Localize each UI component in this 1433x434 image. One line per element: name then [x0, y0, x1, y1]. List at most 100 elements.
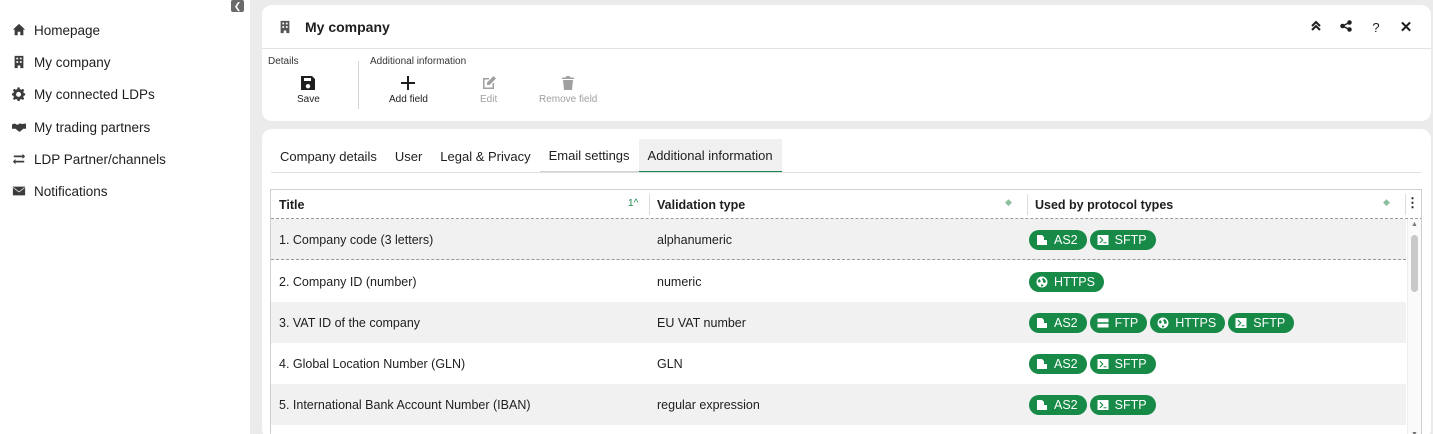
details-group-label: Details	[268, 56, 299, 67]
cell-protocol-types: HTTPS	[1029, 261, 1104, 302]
server-icon	[1097, 317, 1109, 329]
cell-title: 2. Company ID (number)	[279, 274, 417, 289]
cell-protocol-types: AS2 SFTP	[1029, 219, 1156, 260]
scroll-up-icon[interactable]: ▲	[1411, 221, 1418, 228]
header-actions: ? ✕	[1301, 17, 1421, 37]
protocol-label: HTTPS	[1175, 315, 1217, 330]
edit-button[interactable]: Edit	[480, 72, 497, 105]
collapse-up-button[interactable]	[1301, 17, 1331, 37]
sidebar-item-connected-ldps[interactable]: My connected LDPs	[11, 83, 155, 105]
collapse-sidebar-button[interactable]: ❮	[231, 0, 244, 12]
tab-legal-privacy[interactable]: Legal & Privacy	[431, 139, 539, 173]
sidebar-item-label: My trading partners	[34, 119, 151, 135]
protocol-label: AS2	[1054, 356, 1078, 371]
share-icon	[1340, 19, 1352, 35]
vertical-scrollbar[interactable]: ▲ ▼	[1407, 219, 1421, 434]
header-divider	[262, 48, 1431, 49]
add-field-button[interactable]: Add field	[389, 72, 428, 105]
edit-label: Edit	[480, 94, 498, 105]
tab-additional-information[interactable]: Additional information	[638, 139, 782, 173]
protocol-badge: SFTP	[1089, 353, 1156, 374]
table-row[interactable]: 2. Company ID (number) numeric HTTPS	[271, 261, 1406, 302]
sidebar-item-label: LDP Partner/channels	[34, 151, 166, 167]
sort-up-icon: ^	[633, 198, 639, 209]
sidebar-item-label: My connected LDPs	[34, 86, 155, 102]
cell-validation-type: numeric	[657, 274, 702, 289]
cell-protocol-types: AS2 SFTP	[1029, 384, 1156, 425]
table-header: Title 1^ Validation type ◆ Used by proto…	[271, 190, 1421, 219]
cell-title: 5. International Bank Account Number (IB…	[279, 397, 531, 412]
protocol-badge: SFTP	[1089, 394, 1156, 415]
sidebar-item-trading-partners[interactable]: My trading partners	[11, 116, 150, 138]
file-icon	[1036, 358, 1048, 370]
table-row[interactable]: 5. International Bank Account Number (IB…	[271, 384, 1406, 425]
help-button[interactable]: ?	[1361, 17, 1391, 37]
page-title: My company	[305, 19, 390, 35]
trash-icon	[560, 72, 576, 94]
column-menu-icon[interactable]: ⋮	[1406, 195, 1419, 211]
cell-title: 4. Global Location Number (GLN)	[279, 356, 466, 371]
header-card: My company ? ✕ Details Additional inform…	[262, 5, 1431, 121]
additional-group-label: Additional information	[370, 56, 467, 67]
cell-protocol-types: AS2 SFTP	[1029, 343, 1156, 384]
protocol-badge: SFTP	[1228, 312, 1295, 333]
protocol-badge: AS2	[1029, 229, 1087, 250]
close-icon: ✕	[1399, 19, 1413, 36]
remove-field-label: Remove field	[539, 94, 598, 105]
file-icon	[1036, 317, 1048, 329]
save-button[interactable]: Save	[297, 72, 320, 105]
sidebar-item-notifications[interactable]: Notifications	[11, 180, 108, 202]
file-icon	[1036, 399, 1048, 411]
sidebar-item-my-company[interactable]: My company	[11, 51, 111, 73]
help-icon: ?	[1372, 19, 1380, 35]
cell-validation-type: alphanumeric	[657, 232, 733, 247]
terminal-icon	[1235, 317, 1247, 329]
close-button[interactable]: ✕	[1391, 17, 1421, 37]
table-row[interactable]: 1. Company code (3 letters) alphanumeric A…	[271, 219, 1406, 260]
globe-icon	[1157, 317, 1169, 329]
protocol-label: FTP	[1114, 315, 1139, 330]
tab-email-settings[interactable]: Email settings	[539, 139, 639, 173]
sidebar: Homepage My company My connected LDPs My…	[0, 0, 250, 434]
sort-toggle-icon[interactable]: ◆	[1383, 197, 1390, 208]
floppy-disk-icon	[300, 72, 316, 94]
scrollbar-thumb[interactable]	[1411, 235, 1418, 292]
table-row[interactable]: 4. Global Location Number (GLN) GLN AS2 SFT…	[271, 343, 1406, 384]
protocol-label: SFTP	[1253, 315, 1286, 330]
tab-company-details[interactable]: Company details	[271, 139, 386, 173]
column-header-title[interactable]: Title	[271, 190, 649, 219]
sidebar-item-homepage[interactable]: Homepage	[11, 19, 100, 41]
fields-table: Title 1^ Validation type ◆ Used by proto…	[270, 189, 1422, 434]
file-icon	[1036, 234, 1048, 246]
sort-ascending-indicator[interactable]: 1^	[628, 198, 638, 209]
remove-field-button[interactable]: Remove field	[539, 72, 597, 105]
sidebar-item-ldp-partner-channels[interactable]: LDP Partner/channels	[11, 148, 166, 170]
add-field-label: Add field	[389, 94, 428, 105]
cell-title: 1. Company code (3 letters)	[279, 232, 434, 247]
tab-user[interactable]: User	[386, 139, 431, 173]
save-label: Save	[297, 94, 320, 105]
handshake-icon	[11, 120, 26, 135]
swap-arrows-icon	[11, 152, 26, 167]
protocol-label: SFTP	[1114, 397, 1147, 412]
sidebar-item-label: My company	[34, 54, 111, 70]
protocol-label: AS2	[1054, 315, 1078, 330]
tab-bar: Company details User Legal & Privacy Ema…	[271, 139, 782, 173]
protocol-badge: HTTPS	[1150, 312, 1226, 333]
terminal-icon	[1097, 234, 1109, 246]
terminal-icon	[1097, 399, 1109, 411]
sort-toggle-icon[interactable]: ◆	[1005, 197, 1012, 208]
cell-protocol-types: AS2 FTP HTTPS SFTP	[1029, 302, 1295, 343]
table-row[interactable]: 3. VAT ID of the company EU VAT number AS2…	[271, 302, 1406, 343]
building-icon	[11, 55, 26, 70]
building-icon	[278, 20, 292, 34]
column-header-protocols[interactable]: Used by protocol types	[1027, 190, 1407, 219]
plus-icon	[400, 72, 416, 94]
protocol-badge: AS2	[1029, 353, 1087, 374]
protocol-label: SFTP	[1114, 356, 1147, 371]
globe-icon	[1036, 276, 1048, 288]
column-header-validation[interactable]: Validation type	[649, 190, 1027, 219]
collapse-up-icon	[1310, 20, 1322, 35]
tabs-divider	[271, 172, 1421, 173]
share-button[interactable]	[1331, 17, 1361, 37]
